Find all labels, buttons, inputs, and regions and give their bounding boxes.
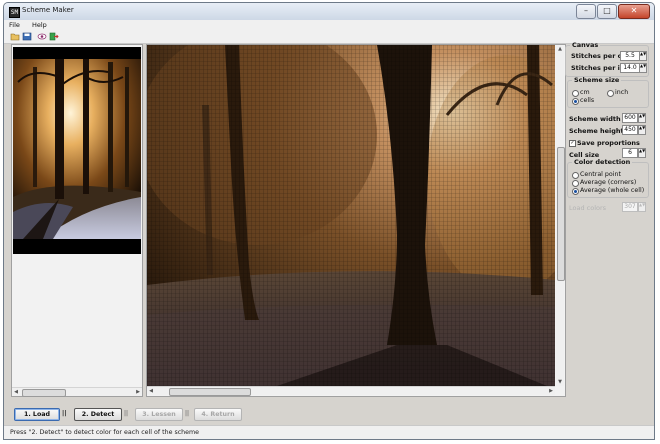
scheme-height-input[interactable]: 450 (622, 125, 638, 135)
scheme-size-cm-radio[interactable] (572, 90, 579, 97)
status-bar: Press "2. Detect" to detect color for ea… (4, 425, 654, 439)
load-button[interactable]: 1. Load (14, 408, 60, 421)
save-proportions-label: Save proportions (577, 139, 640, 147)
stitches-per-inch-input[interactable]: 14.0 (620, 63, 640, 73)
scroll-left-arrow-icon[interactable]: ◀ (147, 387, 155, 395)
scrollbar-thumb[interactable] (169, 388, 251, 396)
original-image-panel[interactable]: ◀ ▶ (11, 44, 143, 397)
scheme-size-inch-label: inch (615, 89, 629, 96)
eye-icon[interactable] (37, 32, 47, 41)
close-button[interactable]: ✕ (618, 4, 650, 19)
average-corners-radio[interactable] (572, 180, 579, 187)
status-text: Press "2. Detect" to detect color for ea… (10, 429, 200, 436)
save-proportions-checkbox[interactable]: ✓ (569, 140, 576, 147)
exit-icon[interactable] (49, 32, 59, 41)
return-button: 4. Return (194, 408, 242, 421)
step-separator: || (62, 410, 67, 417)
app-icon: SM (9, 7, 20, 18)
canvas-group-title: Canvas (572, 41, 599, 49)
disabled-field-spinner: ▲▼ (638, 202, 646, 212)
settings-panel: Canvas Stitches per cm 5.5 ▲▼ Stitches p… (565, 41, 652, 401)
scheme-width-label: Scheme width (569, 115, 621, 123)
stitches-per-cm-spinner[interactable]: ▲▼ (639, 51, 647, 61)
stitches-per-cm-input[interactable]: 5.5 (620, 51, 640, 61)
cell-size-input[interactable]: 6 (622, 148, 638, 158)
scheme-height-spinner[interactable]: ▲▼ (638, 125, 646, 135)
color-detection-group-title: Color detection (574, 158, 631, 166)
left-panel-horizontal-scrollbar[interactable]: ◀ ▶ (12, 387, 142, 397)
stitches-per-inch-spinner[interactable]: ▲▼ (639, 63, 647, 73)
app-window: SM Scheme Maker – □ ✕ File Help ◀ ▶ ▲ ▼ … (3, 2, 655, 440)
scrollbar-thumb[interactable] (557, 147, 565, 281)
step-separator: || (124, 410, 129, 417)
lessen-button: 3. Lessen (135, 408, 183, 421)
scrollbar-thumb[interactable] (22, 389, 66, 397)
average-corners-label: Average (corners) (580, 179, 637, 186)
menu-help[interactable]: Help (27, 20, 52, 30)
maximize-button[interactable]: □ (597, 4, 617, 19)
disabled-field-input: 307 (622, 202, 638, 212)
cell-size-spinner[interactable]: ▲▼ (638, 148, 646, 158)
preview-vertical-scrollbar[interactable]: ▲ ▼ (556, 45, 565, 386)
original-image-thumbnail (13, 47, 141, 254)
scroll-right-arrow-icon[interactable]: ▶ (547, 387, 555, 395)
scheme-height-label: Scheme height (569, 127, 624, 135)
open-icon[interactable] (10, 32, 20, 41)
step-toolbar: 1. Load || 2. Detect || 3. Lessen || 4. … (4, 403, 654, 425)
central-point-label: Central point (580, 171, 621, 178)
average-whole-cell-label: Average (whole cell) (580, 187, 645, 194)
toolbar (4, 31, 654, 44)
scheme-size-group-title: Scheme size (574, 76, 620, 84)
window-title: Scheme Maker (22, 6, 74, 14)
scheme-size-cm-label: cm (580, 89, 590, 96)
average-whole-cell-radio[interactable] (572, 188, 579, 195)
menu-bar: File Help (4, 20, 654, 31)
scroll-left-arrow-icon[interactable]: ◀ (12, 388, 20, 396)
detect-button[interactable]: 2. Detect (74, 408, 122, 421)
scroll-down-arrow-icon[interactable]: ▼ (556, 378, 564, 386)
step-separator: || (185, 410, 190, 417)
disabled-field-label: Load colors (569, 204, 607, 212)
scheme-size-cells-label: cells (580, 97, 595, 104)
scheme-size-cells-radio[interactable] (572, 98, 579, 105)
scroll-right-arrow-icon[interactable]: ▶ (134, 388, 142, 396)
scheme-preview-panel[interactable]: ▲ ▼ ◀ ▶ (146, 44, 566, 397)
scheme-width-spinner[interactable]: ▲▼ (638, 113, 646, 123)
preview-horizontal-scrollbar[interactable]: ◀ ▶ (147, 386, 555, 396)
title-bar: SM Scheme Maker – □ ✕ (4, 3, 654, 21)
minimize-button[interactable]: – (576, 4, 596, 19)
menu-file[interactable]: File (4, 20, 25, 30)
scroll-up-arrow-icon[interactable]: ▲ (556, 45, 564, 53)
save-icon[interactable] (22, 32, 32, 41)
central-point-radio[interactable] (572, 172, 579, 179)
scheme-size-inch-radio[interactable] (607, 90, 614, 97)
scheme-width-input[interactable]: 600 (622, 113, 638, 123)
scheme-canvas[interactable] (147, 45, 555, 386)
